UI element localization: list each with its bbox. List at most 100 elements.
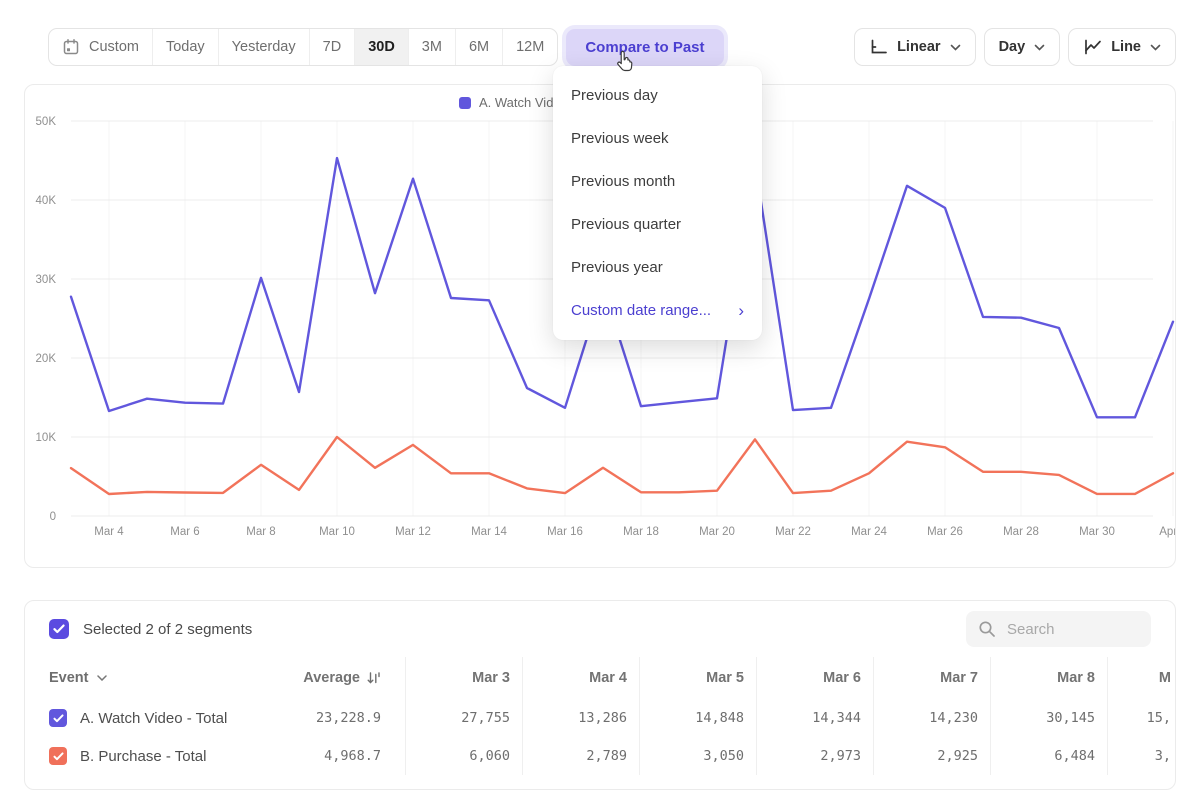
x-axis-tick-label: Mar 12: [395, 526, 431, 538]
linear-axis-icon: [869, 39, 888, 55]
range-button-custom[interactable]: Custom: [49, 29, 152, 65]
column-header-average[interactable]: Average: [283, 657, 405, 699]
column-header-label: Mar 7: [940, 670, 978, 686]
value-cell: 14,230: [873, 699, 990, 737]
range-button-7d[interactable]: 7D: [309, 29, 355, 65]
row-checkbox[interactable]: [49, 747, 67, 765]
search-input[interactable]: [1005, 620, 1139, 639]
sort-descending-icon: [367, 671, 381, 685]
value-cell: 27,755: [405, 699, 522, 737]
interval-label: Day: [999, 39, 1026, 55]
y-axis-tick-label: 40K: [36, 195, 57, 207]
check-icon: [53, 714, 64, 723]
range-button-yesterday[interactable]: Yesterday: [218, 29, 309, 65]
chevron-down-icon: [97, 675, 107, 681]
column-header-mar-7[interactable]: Mar 7: [873, 657, 990, 699]
search-icon: [978, 620, 996, 638]
value-cell: 15,: [1107, 699, 1171, 737]
chevron-right-icon: ›: [738, 302, 744, 319]
value-cell: 14,848: [639, 699, 756, 737]
column-header-label: Event: [49, 670, 89, 686]
chevron-down-icon: [950, 44, 961, 51]
chart-type-dropdown-button[interactable]: Line: [1068, 28, 1176, 66]
range-button-today[interactable]: Today: [152, 29, 218, 65]
column-header-label: Average: [303, 670, 360, 686]
chevron-down-icon: [1034, 44, 1045, 51]
table-header-row: Event Average Mar 3 Mar 4 Mar 5 Mar 6 Mar 7 Mar…: [25, 657, 1175, 699]
check-icon: [53, 624, 65, 634]
range-label: 6M: [469, 39, 489, 55]
range-label: 30D: [368, 39, 395, 55]
segments-table-card: Selected 2 of 2 segments Event Average Mar…: [24, 600, 1176, 790]
menu-item-previous-month[interactable]: Previous month: [553, 160, 762, 203]
value-cell: 2,925: [873, 737, 990, 775]
column-header-event[interactable]: Event: [25, 657, 283, 699]
column-header-label: Mar 4: [589, 670, 627, 686]
range-button-6m[interactable]: 6M: [455, 29, 502, 65]
range-label: Today: [166, 39, 205, 55]
column-header-mar-3[interactable]: Mar 3: [405, 657, 522, 699]
row-checkbox[interactable]: [49, 709, 67, 727]
value-cell: 30,145: [990, 699, 1107, 737]
scale-dropdown-button[interactable]: Linear: [854, 28, 976, 66]
value-cell: 2,789: [522, 737, 639, 775]
column-header-mar-6[interactable]: Mar 6: [756, 657, 873, 699]
range-button-3m[interactable]: 3M: [408, 29, 455, 65]
legend-item-a-watch-video[interactable]: A. Watch Video: [459, 95, 568, 110]
menu-item-previous-year[interactable]: Previous year: [553, 246, 762, 289]
select-all-checkbox[interactable]: [49, 619, 69, 639]
y-axis-tick-label: 0: [50, 511, 56, 523]
menu-item-label: Custom date range...: [571, 302, 711, 319]
x-axis-tick-label: Mar 30: [1079, 526, 1115, 538]
x-axis-tick-label: Mar 6: [170, 526, 199, 538]
table-row-b-purchase-total: B. Purchase - Total4,968.76,0602,7893,05…: [25, 737, 1175, 775]
value-cell: 3,050: [639, 737, 756, 775]
value-cell: 4,968.7: [283, 737, 405, 775]
column-header-m[interactable]: M: [1107, 657, 1171, 699]
menu-item-previous-quarter[interactable]: Previous quarter: [553, 203, 762, 246]
column-header-mar-5[interactable]: Mar 5: [639, 657, 756, 699]
value-cell: 14,344: [756, 699, 873, 737]
value-cell: 13,286: [522, 699, 639, 737]
selected-summary: Selected 2 of 2 segments: [83, 621, 252, 638]
column-header-mar-8[interactable]: Mar 8: [990, 657, 1107, 699]
row-event-cell: A. Watch Video - Total: [25, 699, 283, 737]
menu-item-previous-week[interactable]: Previous week: [553, 117, 762, 160]
value-cell: 23,228.9: [283, 699, 405, 737]
x-axis-tick-label: Mar 10: [319, 526, 355, 538]
column-header-mar-4[interactable]: Mar 4: [522, 657, 639, 699]
interval-dropdown-button[interactable]: Day: [984, 28, 1061, 66]
column-header-label: Mar 3: [472, 670, 510, 686]
y-axis-tick-label: 30K: [36, 274, 57, 286]
range-label: 3M: [422, 39, 442, 55]
y-axis-tick-label: 10K: [36, 432, 57, 444]
value-cell: 6,484: [990, 737, 1107, 775]
x-axis-tick-label: Mar 4: [94, 526, 124, 538]
date-range-segmented-control: Custom Today Yesterday 7D 30D 3M 6M 12M: [48, 28, 558, 66]
menu-item-custom-date-range[interactable]: Custom date range... ›: [553, 289, 762, 332]
row-label: B. Purchase - Total: [80, 748, 206, 765]
table-toolbar: Selected 2 of 2 segments: [25, 601, 1175, 657]
row-label: A. Watch Video - Total: [80, 710, 227, 727]
search-box[interactable]: [966, 611, 1151, 647]
x-axis-tick-label: Mar 26: [927, 526, 963, 538]
range-label: 12M: [516, 39, 544, 55]
x-axis-tick-label: Mar 28: [1003, 526, 1039, 538]
compare-to-past-button[interactable]: Compare to Past: [566, 29, 723, 66]
chart-options-group: Linear Day Line: [854, 28, 1176, 66]
range-label: Yesterday: [232, 39, 296, 55]
column-header-label: Mar 8: [1057, 670, 1095, 686]
range-button-30d[interactable]: 30D: [354, 29, 408, 65]
range-label: Custom: [89, 39, 139, 55]
series-line-b-purchase[interactable]: [71, 437, 1173, 494]
x-axis-tick-label: Mar 8: [246, 526, 275, 538]
x-axis-tick-label: Mar 22: [775, 526, 811, 538]
column-header-label: Mar 5: [706, 670, 744, 686]
table-row-a-watch-video-total: A. Watch Video - Total 23,228.927,75513,2…: [25, 699, 1175, 737]
x-axis-tick-label: Mar 14: [471, 526, 507, 538]
range-button-12m[interactable]: 12M: [502, 29, 557, 65]
line-chart-icon: [1083, 39, 1102, 55]
legend-swatch: [459, 97, 471, 109]
menu-item-previous-day[interactable]: Previous day: [553, 74, 762, 117]
calendar-icon: [62, 38, 80, 56]
